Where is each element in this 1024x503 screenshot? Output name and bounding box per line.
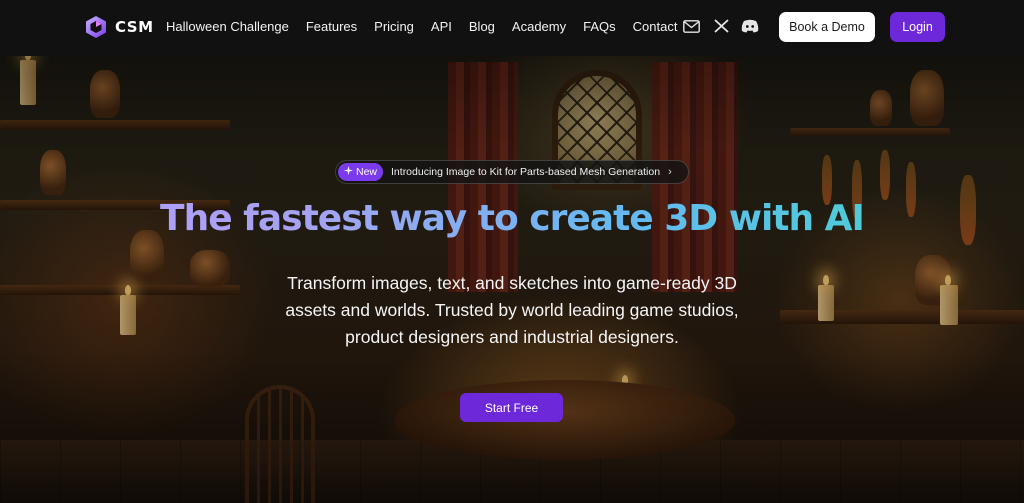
discord-icon[interactable] xyxy=(741,17,759,35)
hero-headline: The fastest way to create 3D with AI xyxy=(0,198,1024,239)
sparkle-icon xyxy=(344,166,353,178)
nav-pricing[interactable]: Pricing xyxy=(374,19,414,34)
nav-halloween-challenge[interactable]: Halloween Challenge xyxy=(166,19,289,34)
mail-icon[interactable] xyxy=(682,17,700,35)
nav-blog[interactable]: Blog xyxy=(469,19,495,34)
start-free-button[interactable]: Start Free xyxy=(460,393,563,422)
nav-faqs[interactable]: FAQs xyxy=(583,19,616,34)
nav-contact[interactable]: Contact xyxy=(633,19,678,34)
nav-academy[interactable]: Academy xyxy=(512,19,566,34)
csm-logo-icon xyxy=(84,15,108,39)
chevron-right-icon: › xyxy=(668,166,672,178)
new-badge-label: New xyxy=(356,166,378,178)
nav-features[interactable]: Features xyxy=(306,19,357,34)
announcement-text: Introducing Image to Kit for Parts-based… xyxy=(391,166,661,178)
new-badge: New xyxy=(338,163,384,181)
announcement-pill[interactable]: New Introducing Image to Kit for Parts-b… xyxy=(335,160,689,184)
brand-logo[interactable]: CSM xyxy=(84,15,154,39)
hero-subtitle: Transform images, text, and sketches int… xyxy=(285,273,739,347)
x-twitter-icon[interactable] xyxy=(712,17,730,35)
login-button[interactable]: Login xyxy=(890,12,945,42)
top-navbar: CSM Halloween Challenge Features Pricing… xyxy=(0,0,1024,56)
hero-background-image xyxy=(0,0,1024,503)
book-demo-button[interactable]: Book a Demo xyxy=(779,12,875,42)
main-menu: Halloween Challenge Features Pricing API… xyxy=(166,19,694,34)
brand-name: CSM xyxy=(115,18,154,36)
nav-api[interactable]: API xyxy=(431,19,452,34)
